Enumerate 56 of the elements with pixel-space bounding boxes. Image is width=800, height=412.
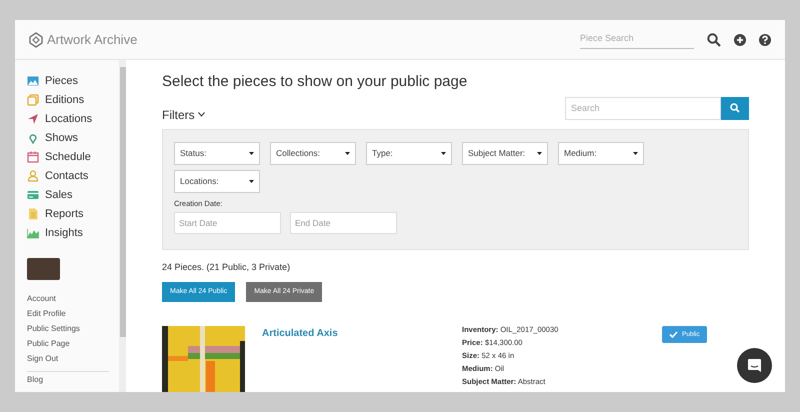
search-field[interactable]: Search — [565, 96, 721, 120]
logo-text: Artwork Archive — [47, 30, 138, 49]
nav-link[interactable]: Pieces — [45, 72, 78, 90]
nav-icon — [27, 94, 39, 106]
filter-dropdown[interactable]: Medium: — [558, 142, 644, 164]
filter-dropdown[interactable]: Collections: — [270, 142, 356, 164]
piece-search-field[interactable]: Piece Search — [580, 30, 694, 49]
nav-icon — [27, 75, 39, 87]
account-link[interactable]: Edit Profile — [27, 308, 119, 320]
dropdown-caret-icon — [441, 152, 446, 154]
dropdown-caret-icon — [345, 152, 350, 154]
scrollbar[interactable] — [119, 60, 126, 392]
nav-icon — [27, 151, 39, 163]
nav-icon — [27, 189, 39, 201]
account-link[interactable]: Account — [27, 293, 119, 305]
nav-link[interactable]: Insights — [45, 224, 83, 242]
filter-dropdown[interactable]: Status: — [174, 142, 260, 164]
dropdown-caret-icon — [537, 152, 542, 154]
nav-link[interactable]: Reports — [45, 206, 84, 222]
logo-icon — [29, 32, 43, 48]
dropdown-caret-icon — [633, 152, 638, 154]
search-icon — [730, 103, 740, 113]
account-link[interactable]: Public Page — [27, 338, 119, 350]
pieces-summary: 24 Pieces. (21 Public, 3 Private) — [162, 260, 292, 274]
add-icon[interactable] — [734, 34, 746, 46]
help-icon[interactable] — [759, 34, 771, 46]
filter-dropdown[interactable]: Locations: — [174, 170, 260, 192]
nav-link[interactable]: Locations — [45, 110, 92, 128]
page-title: Select the pieces to show on your public page — [162, 72, 468, 92]
nav-link[interactable]: Contacts — [45, 168, 88, 184]
nav-icon — [27, 132, 39, 144]
nav-icon — [27, 170, 39, 182]
nav-icon — [27, 208, 39, 220]
chat-icon — [747, 358, 762, 373]
filters-toggle[interactable]: Filters — [162, 106, 205, 124]
search-button[interactable] — [721, 96, 749, 120]
filter-dropdown[interactable]: Subject Matter: — [462, 142, 548, 164]
start-date-field[interactable]: Start Date — [174, 212, 281, 234]
nav-icon — [27, 113, 39, 125]
dropdown-caret-icon — [249, 180, 254, 182]
search-icon[interactable] — [707, 32, 721, 46]
end-date-field[interactable]: End Date — [290, 212, 397, 234]
nav-link[interactable]: Shows — [45, 130, 78, 146]
artwork-thumbnail[interactable] — [162, 326, 245, 392]
account-link[interactable]: Public Settings — [27, 323, 119, 335]
dropdown-caret-icon — [249, 152, 254, 154]
check-icon — [669, 331, 678, 338]
account-link[interactable]: Sign Out — [27, 353, 119, 365]
nav-icon — [27, 227, 39, 239]
nav-link[interactable]: Sales — [45, 186, 73, 204]
chevron-icon — [198, 112, 205, 117]
filter-dropdown[interactable]: Type: — [366, 142, 452, 164]
nav-link[interactable]: Editions — [45, 92, 84, 108]
piece-title-link[interactable]: Articulated Axis — [262, 326, 462, 342]
blog-link[interactable]: Blog — [27, 375, 119, 385]
nav-link[interactable]: Schedule — [45, 148, 91, 166]
